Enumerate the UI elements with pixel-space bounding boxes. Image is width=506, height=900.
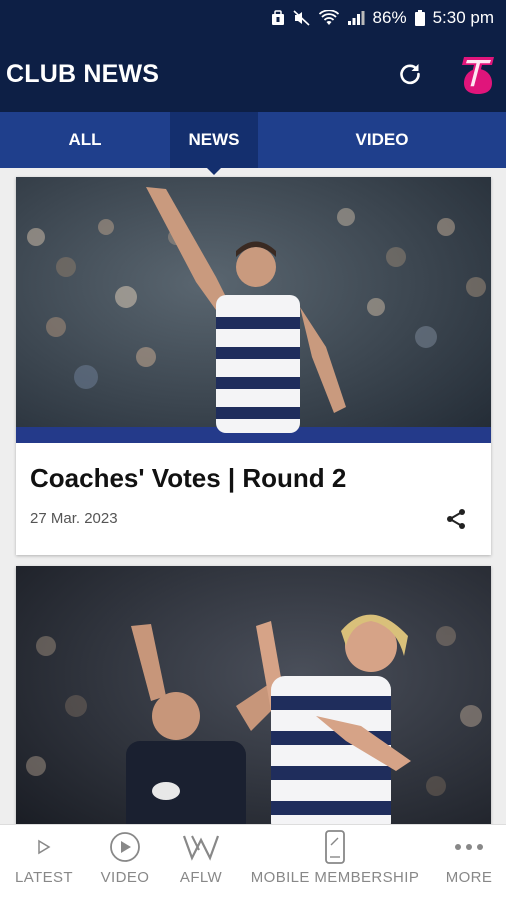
more-dots-icon [455,844,483,850]
signal-icon [347,10,365,26]
nav-latest[interactable]: LATEST [6,825,82,900]
article-photo [16,177,491,443]
battery-percent: 86% [372,8,407,27]
aflw-logo-icon [182,835,220,861]
refresh-icon [400,64,420,85]
tab-news[interactable]: NEWS [170,112,258,168]
phone-icon [325,830,345,864]
app-bar: CLUB NEWS [0,36,506,112]
nav-aflw[interactable]: AFLW [170,825,232,900]
tab-all[interactable]: ALL [0,112,170,168]
status-time: 5:30 pm [432,8,494,27]
article-card[interactable] [16,566,491,824]
nav-video-label: VIDEO [100,869,150,886]
nav-more[interactable]: MORE [440,825,498,900]
nav-mobile-membership[interactable]: MOBILE MEMBERSHIP [250,825,420,900]
refresh-button[interactable] [392,56,428,92]
telstra-logo-icon [462,57,494,94]
status-bar: 86% 5:30 pm [0,0,506,36]
page-title: CLUB NEWS [6,59,160,88]
nav-more-label: MORE [445,869,493,886]
nav-video[interactable]: VIDEO [92,825,158,900]
share-button[interactable] [442,505,470,533]
play-triangle-icon [38,839,51,855]
nav-aflw-label: AFLW [179,869,223,886]
article-photo [16,566,491,824]
share-icon [447,509,465,529]
bottom-nav: LATEST VIDEO AFLW MOBILE MEMBERSHIP MORE [0,824,506,900]
nav-latest-label: LATEST [15,869,73,886]
news-feed[interactable]: Coaches' Votes | Round 2 27 Mar. 2023 [0,168,506,824]
tab-video[interactable]: VIDEO [258,112,506,168]
mute-icon [292,10,311,26]
article-headline[interactable]: Coaches' Votes | Round 2 [30,463,346,494]
telstra-button[interactable] [458,52,498,96]
battery-icon [414,10,425,26]
play-circle-icon [110,832,140,862]
wifi-icon [318,10,339,26]
article-date: 27 Mar. 2023 [30,510,118,527]
security-icon [271,10,285,26]
nav-mobile-membership-label: MOBILE MEMBERSHIP [250,869,420,886]
article-card[interactable]: Coaches' Votes | Round 2 27 Mar. 2023 [16,177,491,555]
tab-bar: ALL NEWS VIDEO [0,112,506,168]
